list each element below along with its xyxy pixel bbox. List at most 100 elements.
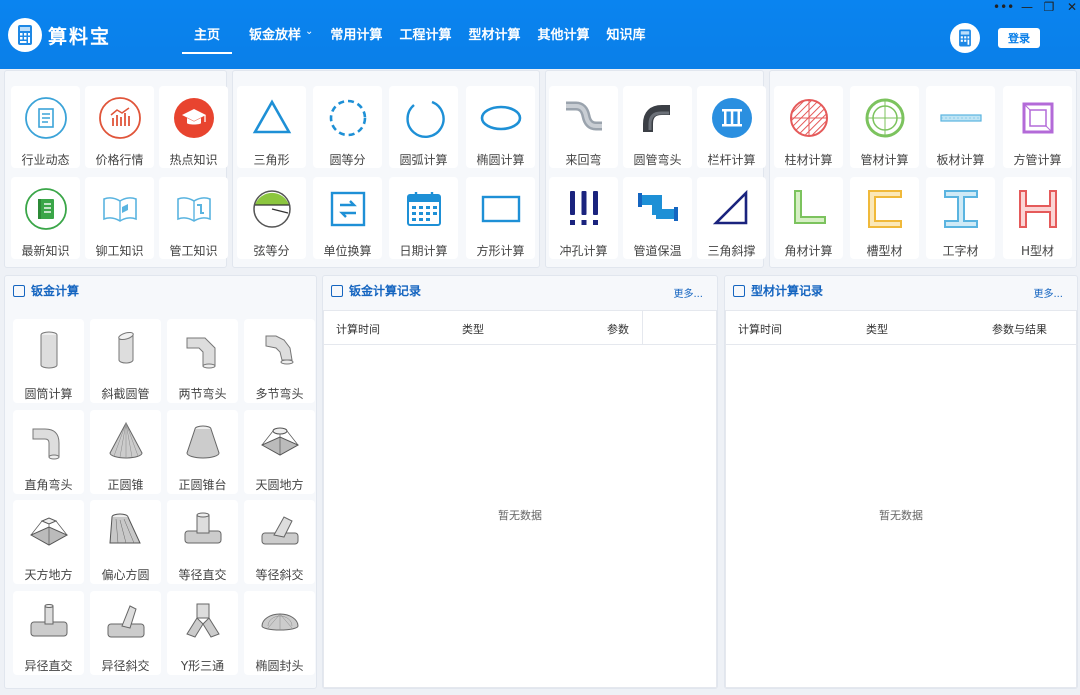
bar-section-icon — [786, 95, 832, 141]
nav-profile-calc[interactable]: 型材计算 — [468, 24, 520, 54]
tile-cone[interactable]: 正圆锥 — [90, 410, 161, 494]
sheet-metal-panel: 钣金计算 圆筒计算 斜截圆管 两节弯头 多节弯头 直角弯头 正圆锥 正圆锥台 天… — [4, 275, 317, 689]
tile-round-to-square[interactable]: 天圆地方 — [244, 410, 315, 494]
angle-steel-icon — [786, 186, 832, 232]
nav-knowledge-base[interactable]: 知识库 — [606, 24, 645, 54]
close-icon[interactable]: ✕ — [1062, 0, 1080, 14]
sheet-records-table: 计算时间 类型 参数 暂无数据 — [323, 310, 718, 688]
tile-punching-calc[interactable]: 冲孔计算 — [549, 177, 618, 259]
tile-label: 板材计算 — [936, 153, 985, 167]
triangle-icon — [249, 95, 295, 141]
tile-label: 弦等分 — [253, 244, 290, 258]
nav-home[interactable]: 主页 — [182, 24, 233, 54]
tile-rectangle-calc[interactable]: 方形计算 — [466, 177, 535, 259]
tile-pipe-elbow[interactable]: 圆管弯头 — [623, 86, 692, 168]
triangle-brace-icon — [709, 186, 755, 232]
nav-engineering-calc[interactable]: 工程计算 — [399, 24, 451, 54]
tile-frustum[interactable]: 正圆锥台 — [167, 410, 238, 494]
tile-circle-division[interactable]: 圆等分 — [313, 86, 382, 168]
tile-square-tube-calc[interactable]: 方管计算 — [1003, 86, 1072, 168]
tile-chord-division[interactable]: 弦等分 — [237, 177, 306, 259]
tile-channel-steel[interactable]: 槽型材 — [850, 177, 919, 259]
tile-label: 来回弯 — [565, 153, 602, 167]
profile-records-title: 型材计算记录 — [733, 282, 823, 299]
cylinder-icon — [26, 327, 72, 373]
news-icon — [23, 95, 69, 141]
calendar-icon — [401, 186, 447, 232]
tile-elliptical-head[interactable]: 椭圆封头 — [244, 591, 315, 675]
punch-icon — [561, 186, 607, 232]
tile-equal-tee[interactable]: 等径直交 — [167, 500, 238, 584]
tile-equal-lateral[interactable]: 等径斜交 — [244, 500, 315, 584]
tile-reducing-tee[interactable]: 异径直交 — [13, 591, 84, 675]
nav-other-calc[interactable]: 其他计算 — [537, 24, 589, 54]
tile-bar-calc[interactable]: 柱材计算 — [774, 86, 843, 168]
more-options-icon[interactable]: ••• — [993, 0, 1014, 14]
h-beam-icon — [1015, 186, 1061, 232]
tile-label: 圆等分 — [329, 153, 366, 167]
tile-label: 圆弧计算 — [399, 153, 448, 167]
tile-hot-topics[interactable]: 热点知识 — [159, 86, 228, 168]
tile-ellipse-calc[interactable]: 椭圆计算 — [466, 86, 535, 168]
tile-label: 椭圆计算 — [476, 153, 525, 167]
tile-pipefitting-knowledge[interactable]: 管工知识 — [159, 177, 228, 259]
nav-common-calc[interactable]: 常用计算 — [330, 24, 382, 54]
tile-riveting-knowledge[interactable]: 铆工知识 — [85, 177, 154, 259]
right-angle-elbow-icon — [26, 418, 72, 464]
column-header: 参数与结果 — [992, 323, 1047, 336]
app-logo: 算料宝 — [8, 18, 111, 52]
nav-sheet-metal[interactable]: 钣金放样 ⌄ — [249, 24, 313, 54]
sheet-records-more-link[interactable]: 更多... — [673, 285, 703, 300]
tile-industry-news[interactable]: 行业动态 — [11, 86, 80, 168]
minimize-icon[interactable]: — — [1017, 0, 1037, 14]
pipe-insulation-icon — [635, 186, 681, 232]
tile-i-beam[interactable]: 工字材 — [926, 177, 995, 259]
user-avatar[interactable] — [950, 23, 980, 53]
tile-angle-steel-calc[interactable]: 角材计算 — [774, 177, 843, 259]
tile-latest-knowledge[interactable]: 最新知识 — [11, 177, 80, 259]
profile-records-more-link[interactable]: 更多... — [1033, 285, 1063, 300]
tile-label: 管道保温 — [633, 244, 682, 258]
calculator-avatar-icon — [959, 29, 971, 47]
tile-railing-calc[interactable]: 栏杆计算 — [697, 86, 766, 168]
tile-price-trends[interactable]: 价格行情 — [85, 86, 154, 168]
tile-eccentric-transition[interactable]: 偏心方圆 — [90, 500, 161, 584]
tile-oblique-cut-pipe[interactable]: 斜截圆管 — [90, 319, 161, 403]
tile-unit-conversion[interactable]: 单位换算 — [313, 177, 382, 259]
tile-square-to-square[interactable]: 天方地方 — [13, 500, 84, 584]
tile-offset-bend[interactable]: 来回弯 — [549, 86, 618, 168]
eccentric-transition-icon — [103, 508, 149, 554]
tile-plate-calc[interactable]: 板材计算 — [926, 86, 995, 168]
equal-lateral-icon — [257, 508, 303, 554]
tile-pipe-insulation[interactable]: 管道保温 — [623, 177, 692, 259]
tile-label: 槽型材 — [866, 244, 903, 258]
tile-label: 天方地方 — [24, 568, 73, 582]
tile-h-beam[interactable]: H型材 — [1003, 177, 1072, 259]
tile-right-angle-elbow[interactable]: 直角弯头 — [13, 410, 84, 494]
tile-cylinder[interactable]: 圆筒计算 — [13, 319, 84, 403]
pipe-tools-panel: 来回弯 圆管弯头 栏杆计算 冲孔计算 管道保温 三角斜撑 — [545, 70, 766, 268]
empty-state-text: 暂无数据 — [879, 509, 923, 522]
tile-triangle-brace[interactable]: 三角斜撑 — [697, 177, 766, 259]
offset-bend-icon — [561, 95, 607, 141]
nav-label: 常用计算 — [330, 28, 383, 43]
login-button[interactable]: 登录 — [998, 28, 1040, 48]
equal-tee-icon — [180, 508, 226, 554]
tile-label: 正圆锥 — [107, 478, 144, 492]
tile-multi-section-elbow[interactable]: 多节弯头 — [244, 319, 315, 403]
tile-arc-calc[interactable]: 圆弧计算 — [389, 86, 458, 168]
tile-label: 等径直交 — [178, 568, 227, 582]
tile-tube-calc[interactable]: 管材计算 — [850, 86, 919, 168]
app-title: 算料宝 — [48, 25, 112, 48]
tile-date-calc[interactable]: 日期计算 — [389, 177, 458, 259]
tile-label: 三角斜撑 — [707, 244, 756, 258]
rectangle-icon — [478, 186, 524, 232]
restore-icon[interactable]: ❐ — [1039, 0, 1059, 14]
tile-triangle[interactable]: 三角形 — [237, 86, 306, 168]
reducing-lateral-icon — [103, 599, 149, 645]
frustum-icon — [180, 418, 226, 464]
tile-two-section-elbow[interactable]: 两节弯头 — [167, 319, 238, 403]
tile-reducing-lateral[interactable]: 异径斜交 — [90, 591, 161, 675]
sheet-metal-title-text: 钣金计算 — [31, 284, 80, 298]
tile-y-branch[interactable]: Y形三通 — [167, 591, 238, 675]
